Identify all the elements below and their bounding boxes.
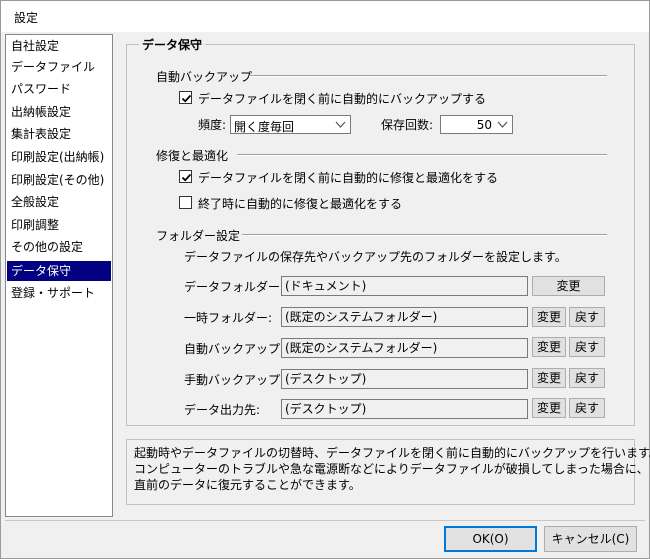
frequency-label: 頻度:: [198, 118, 227, 132]
manual-backup-folder-label: 手動バックアップ:: [184, 373, 285, 387]
help-text-box: 起動時やデータファイルの切替時、データファイルを閉く前に自動的にバックアップを行…: [126, 439, 650, 505]
data-folder-path: (ドキュメント): [281, 276, 528, 296]
sidebar-item-password[interactable]: パスワード: [7, 79, 111, 99]
save-count-label: 保存回数:: [381, 118, 434, 132]
folders-heading: フォルダー設定: [156, 229, 241, 243]
cancel-button[interactable]: キャンセル(C): [544, 526, 637, 552]
auto-backup-folder-reset-button[interactable]: 戻す: [569, 337, 605, 357]
help-text-line: 直前のデータに復元することができます。: [134, 478, 361, 492]
chevron-down-icon: [497, 121, 508, 128]
auto-backup-folder-change-button[interactable]: 変更: [532, 337, 566, 357]
sidebar-item-company[interactable]: 自社設定: [7, 36, 111, 56]
settings-dialog: 設定 自社設定 データファイル パスワード 出納帳設定 集計表設定 印刷設定(出…: [0, 0, 650, 559]
folders-divider: [242, 234, 607, 236]
sidebar-item-registration[interactable]: 登録・サポート: [7, 283, 111, 303]
data-folder-label: データフォルダー:: [184, 280, 285, 294]
temp-folder-change-button[interactable]: 変更: [532, 307, 566, 327]
frequency-select[interactable]: 開く度毎回: [230, 115, 351, 134]
repair-before-close-label[interactable]: データファイルを閉く前に自動的に修復と最適化をする: [198, 169, 498, 186]
repair-on-exit-checkbox[interactable]: [179, 196, 192, 209]
repair-heading: 修復と最適化: [156, 149, 229, 163]
folders-description: データファイルの保存先やバックアップ先のフォルダーを設定します。: [184, 250, 567, 264]
auto-backup-folder-path: (既定のシステムフォルダー): [281, 338, 528, 358]
save-count-select[interactable]: 50: [440, 115, 513, 134]
auto-backup-checkbox[interactable]: [179, 91, 192, 104]
chevron-down-icon: [335, 121, 346, 128]
auto-backup-heading: 自動バックアップ: [156, 70, 253, 84]
sidebar-item-data-file[interactable]: データファイル: [7, 57, 111, 77]
repair-before-close-checkbox[interactable]: [179, 170, 192, 183]
sidebar-item-print-ledger[interactable]: 印刷設定(出納帳): [7, 147, 111, 167]
temp-folder-reset-button[interactable]: 戻す: [569, 307, 605, 327]
sidebar-item-general[interactable]: 全般設定: [7, 192, 111, 212]
manual-backup-folder-reset-button[interactable]: 戻す: [569, 368, 605, 388]
footer-divider: [5, 520, 645, 521]
checkmark-icon: [181, 94, 192, 103]
data-output-label: データ出力先:: [184, 403, 261, 417]
save-count-value: 50: [476, 118, 492, 132]
data-output-reset-button[interactable]: 戻す: [569, 398, 605, 418]
temp-folder-path: (既定のシステムフォルダー): [281, 307, 528, 327]
title-bar: 設定: [1, 1, 649, 32]
temp-folder-label: 一時フォルダー:: [184, 311, 273, 325]
frequency-value: 開く度毎回: [234, 120, 295, 134]
repair-divider: [237, 154, 607, 156]
group-title: データ保守: [139, 36, 206, 53]
data-folder-change-button[interactable]: 変更: [532, 276, 605, 296]
window-title: 設定: [14, 11, 39, 25]
help-text-line: 起動時やデータファイルの切替時、データファイルを閉く前に自動的にバックアップを行…: [134, 446, 650, 460]
sidebar-item-other[interactable]: その他の設定: [7, 237, 111, 257]
data-output-path: (デスクトップ): [281, 399, 528, 419]
repair-on-exit-label[interactable]: 終了時に自動的に修復と最適化をする: [198, 195, 402, 212]
sidebar-item-print-other[interactable]: 印刷設定(その他): [7, 170, 111, 190]
help-text-line: コンピューターのトラブルや急な電源断などによりデータファイルが破損してしまった場…: [134, 462, 649, 476]
ok-button[interactable]: OK(O): [444, 526, 537, 552]
auto-backup-checkbox-label[interactable]: データファイルを閉く前に自動的にバックアップする: [198, 90, 486, 107]
sidebar-item-data-maintenance[interactable]: データ保守: [7, 261, 111, 281]
manual-backup-folder-change-button[interactable]: 変更: [532, 368, 566, 388]
sidebar-item-ledger[interactable]: 出納帳設定: [7, 102, 111, 122]
checkmark-icon: [181, 173, 192, 182]
auto-backup-divider: [249, 75, 607, 77]
auto-backup-folder-label: 自動バックアップ:: [184, 342, 285, 356]
sidebar-item-print-adjust[interactable]: 印刷調整: [7, 215, 111, 235]
data-output-change-button[interactable]: 変更: [532, 398, 566, 418]
manual-backup-folder-path: (デスクトップ): [281, 369, 528, 389]
settings-category-list[interactable]: 自社設定 データファイル パスワード 出納帳設定 集計表設定 印刷設定(出納帳)…: [5, 34, 113, 517]
sidebar-item-summary[interactable]: 集計表設定: [7, 124, 111, 144]
